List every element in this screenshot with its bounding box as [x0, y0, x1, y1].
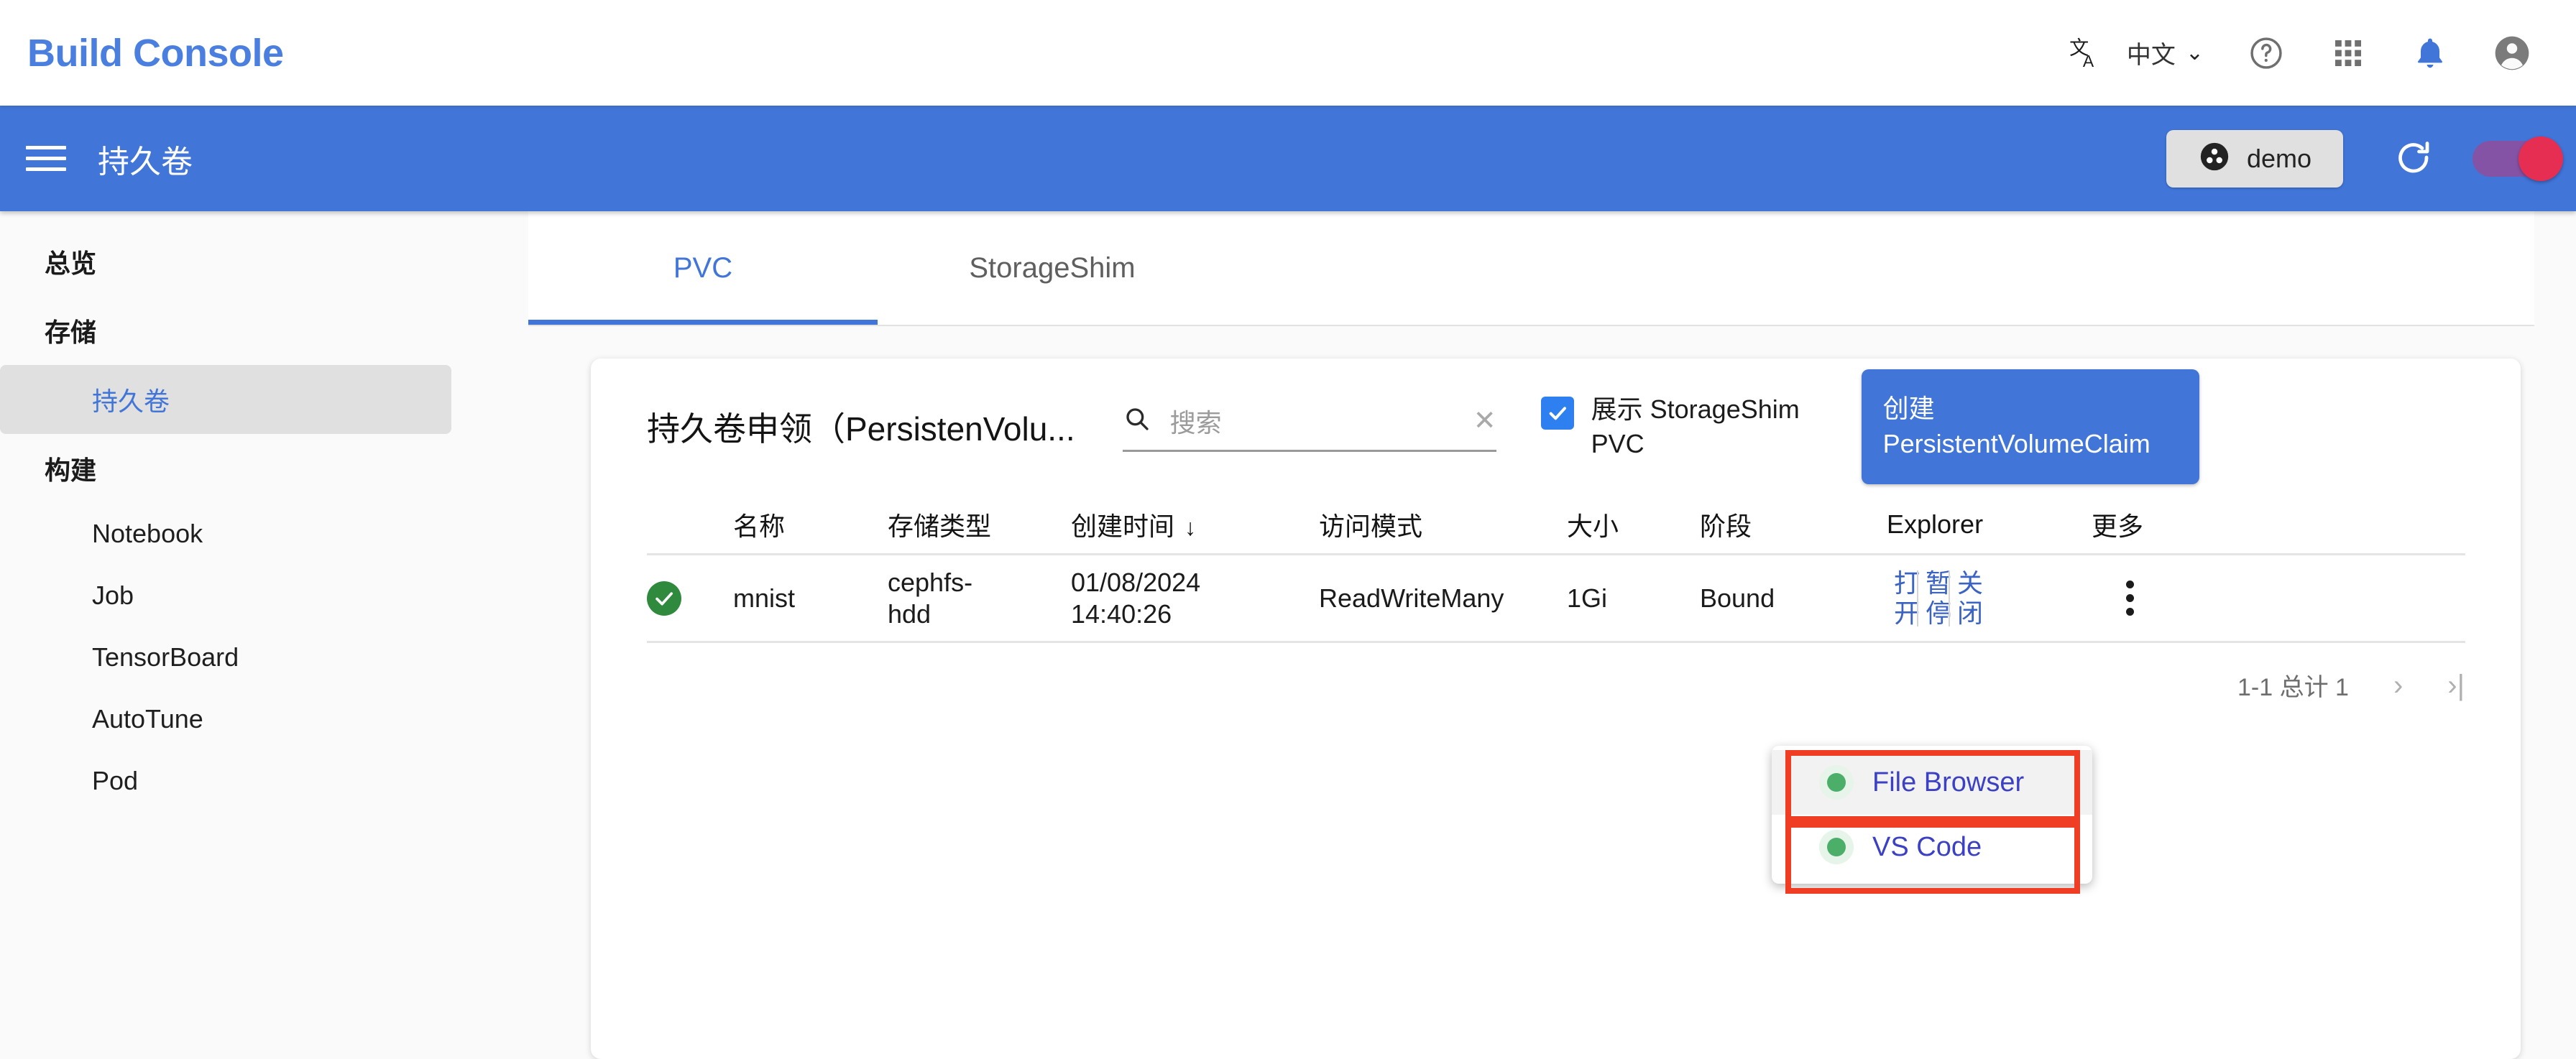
tabs-panel: PVC StorageShim [528, 211, 2534, 326]
column-created-time-label: 创建时间 [1071, 511, 1175, 541]
tab-storageshim[interactable]: StorageShim [878, 211, 1227, 325]
row-access-mode: ReadWriteMany [1319, 583, 1504, 613]
column-more: 更多 [2092, 511, 2144, 541]
sidebar: 总览 存储 持久卷 构建 Notebook Job TensorBoard Au… [0, 211, 483, 934]
sidebar-section-overview[interactable]: 总览 [0, 227, 483, 296]
svg-text:A: A [2083, 51, 2094, 70]
menu-item-file-browser[interactable]: File Browser [1772, 750, 2092, 815]
pvc-card-content: 持久卷申领（PersistenVolu... 搜索 ✕ 展示 StorageSh… [591, 359, 2521, 701]
menu-item-label: File Browser [1872, 767, 2025, 797]
column-name[interactable]: 名称 [733, 506, 888, 543]
tab-pvc[interactable]: PVC [528, 211, 878, 325]
pause-line1: 暂 [1926, 568, 1952, 598]
tabs-underline [528, 325, 2534, 326]
explorer-open-action[interactable]: 打 开 [1887, 568, 1920, 628]
column-access-mode[interactable]: 访问模式 [1319, 506, 1567, 543]
apps-grid-icon[interactable] [2317, 22, 2379, 84]
create-button-line2: PersistentVolumeClaim [1882, 429, 2150, 458]
sidebar-item-tensorboard[interactable]: TensorBoard [0, 626, 483, 688]
refresh-icon[interactable] [2383, 129, 2444, 189]
last-page-button[interactable]: ›| [2447, 671, 2465, 700]
row-phase: Bound [1700, 583, 1775, 613]
pagination-info: 1-1 总计 1 [2237, 674, 2349, 701]
column-explorer: Explorer [1887, 509, 1984, 539]
sidebar-section-build[interactable]: 构建 [0, 434, 483, 503]
row-size: 1Gi [1567, 583, 1608, 613]
row-created-time: 01/08/2024 14:40:26 [1071, 567, 1319, 630]
menu-item-vs-code[interactable]: VS Code [1772, 815, 2092, 879]
help-icon[interactable] [2235, 22, 2297, 84]
checkbox-label: 展示 StorageShim PVC [1591, 394, 1800, 458]
row-status-badge [647, 581, 733, 616]
row-storage-class-line2: hdd [888, 598, 932, 629]
menu-item-label: VS Code [1872, 831, 1982, 862]
theme-toggle-switch[interactable] [2472, 136, 2563, 181]
status-dot-icon [1819, 765, 1854, 800]
language-label: 中文 [2126, 42, 2176, 69]
notifications-bell-icon[interactable] [2399, 22, 2461, 84]
chevron-down-icon: ⌄ [2185, 40, 2204, 65]
main-content: PVC StorageShim 持久卷申领（PersistenVolu... 搜… [483, 211, 2576, 1059]
sidebar-item-pod[interactable]: Pod [0, 750, 483, 812]
row-created-date: 01/08/2024 [1071, 567, 1201, 597]
row-name: mnist [733, 583, 796, 613]
column-storage-class[interactable]: 存储类型 [888, 506, 1071, 543]
open-line1: 打 [1894, 568, 1920, 598]
search-icon [1123, 404, 1151, 437]
search-placeholder: 搜索 [1169, 407, 1222, 438]
app-bar: 持久卷 demo [0, 106, 2576, 211]
check-circle-icon [647, 581, 681, 616]
row-storage-class-line1: cephfs- [888, 567, 973, 597]
column-created-time[interactable]: 创建时间 ↓ [1071, 506, 1319, 543]
create-button-line1: 创建 [1882, 394, 1935, 424]
row-explorer-actions: 打 开 暂 停 关 闭 [1887, 568, 2092, 628]
column-size[interactable]: 大小 [1567, 506, 1700, 543]
sidebar-item-autotune[interactable]: AutoTune [0, 688, 483, 750]
explorer-dropdown-menu: File Browser VS Code [1772, 746, 2092, 884]
row-storage-class: cephfs- hdd [888, 567, 1071, 630]
checkbox-box [1540, 397, 1574, 430]
clear-search-icon[interactable]: ✕ [1473, 407, 1496, 435]
sidebar-item-job[interactable]: Job [0, 565, 483, 626]
app-bar-title: 持久卷 [98, 144, 193, 180]
close-line1: 关 [1957, 568, 1984, 598]
create-pvc-button[interactable]: 创建 PersistentVolumeClaim [1861, 369, 2199, 484]
table-row[interactable]: mnist cephfs- hdd 01/08/2024 14:40:26 Re… [647, 555, 2465, 643]
explorer-close-action[interactable]: 关 闭 [1950, 568, 1984, 628]
pause-line2: 停 [1926, 598, 1952, 628]
card-title: 持久卷申领（PersistenVolu... [647, 410, 1075, 448]
card-header: 持久卷申领（PersistenVolu... 搜索 ✕ 展示 StorageSh… [591, 359, 2521, 495]
explorer-pause-action[interactable]: 暂 停 [1918, 568, 1952, 628]
pagination: 1-1 总计 1 › ›| [2237, 667, 2465, 703]
next-page-button[interactable]: › [2393, 671, 2403, 700]
language-selector[interactable]: 文 A 中文 ⌄ [2048, 22, 2211, 84]
column-phase[interactable]: 阶段 [1700, 506, 1887, 543]
toggle-thumb [2518, 136, 2563, 181]
row-created-clock: 14:40:26 [1071, 598, 1172, 629]
app-brand-title: Build Console [27, 31, 284, 75]
status-dot-icon [1819, 830, 1854, 864]
table-header-row: 名称 存储类型 创建时间 ↓ 访问模式 大小 阶段 Explorer 更多 [647, 495, 2465, 555]
tabs-row: PVC StorageShim [528, 211, 2534, 325]
namespace-chip[interactable]: demo [2166, 129, 2343, 188]
sidebar-section-storage[interactable]: 存储 [0, 296, 483, 365]
search-input[interactable]: 搜索 ✕ [1122, 402, 1496, 452]
pvc-table: 名称 存储类型 创建时间 ↓ 访问模式 大小 阶段 Explorer 更多 mn… [647, 495, 2465, 643]
account-circle-icon[interactable] [2481, 22, 2543, 84]
translate-icon: 文 A [2055, 22, 2117, 84]
namespace-label: demo [2246, 143, 2312, 173]
top-bar: Build Console 文 A 中文 ⌄ [0, 0, 2576, 106]
explorer-action-group: 打 开 暂 停 关 闭 [1887, 568, 2092, 628]
show-storageshim-pvc-checkbox[interactable]: 展示 StorageShim PVC [1540, 392, 1821, 461]
topbar-actions: 文 A 中文 ⌄ [2048, 22, 2543, 84]
sidebar-item-notebook[interactable]: Notebook [0, 503, 483, 565]
sidebar-item-persistent-volume[interactable]: 持久卷 [0, 365, 451, 434]
row-more-cell [2092, 581, 2242, 616]
open-line2: 开 [1894, 598, 1920, 628]
close-line2: 闭 [1957, 598, 1984, 628]
hamburger-menu-icon[interactable] [26, 146, 66, 171]
sort-direction-arrow: ↓ [1184, 514, 1197, 540]
more-vert-icon[interactable] [2125, 581, 2135, 616]
namespace-icon [2198, 140, 2231, 177]
